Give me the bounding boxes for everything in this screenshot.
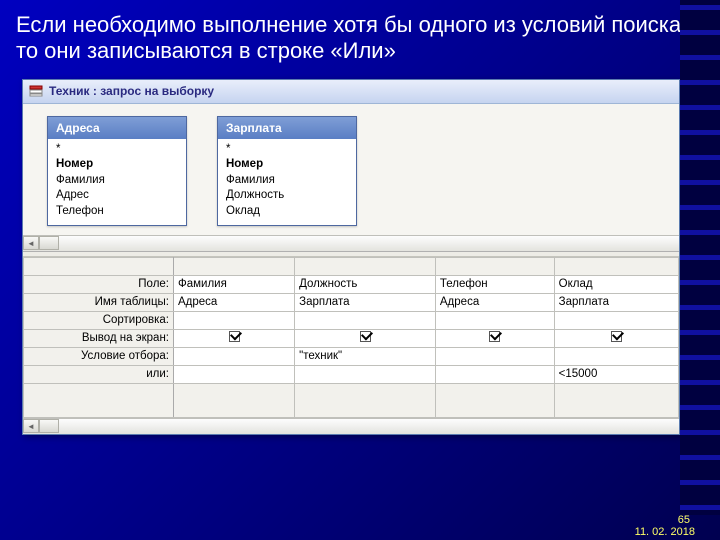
slide-footer: 65 11. 02. 2018 xyxy=(0,518,720,540)
grid-cell[interactable] xyxy=(295,311,436,329)
table-fields[interactable]: * Номер Фамилия Адрес Телефон xyxy=(48,139,186,226)
table-row: Имя таблицы: Адреса Зарплата Адреса Зарп… xyxy=(24,293,679,311)
grid-cell[interactable] xyxy=(295,365,436,383)
checkbox-icon xyxy=(489,331,500,342)
grid-hscroll[interactable]: ◄ xyxy=(23,418,679,434)
col-header[interactable] xyxy=(295,257,436,275)
table-header: Адреса xyxy=(48,117,186,139)
window-title: Техник : запрос на выборку xyxy=(49,84,214,98)
checkbox-icon xyxy=(229,331,240,342)
row-label-field: Поле: xyxy=(24,275,174,293)
field-nomer[interactable]: Номер xyxy=(226,157,348,173)
row-label-show: Вывод на экран: xyxy=(24,329,174,347)
row-label-spare xyxy=(24,383,174,417)
grid-cell[interactable]: Зарплата xyxy=(295,293,436,311)
criteria-row: Условие отбора: "техник" xyxy=(24,347,679,365)
query-window: Техник : запрос на выборку Адреса * Номе… xyxy=(22,79,680,435)
field-oklad[interactable]: Оклад xyxy=(226,204,348,220)
field-star[interactable]: * xyxy=(56,142,178,158)
row-label-criteria: Условие отбора: xyxy=(24,347,174,365)
corner-cell xyxy=(24,257,174,275)
qbe-grid: Поле: Фамилия Должность Телефон Оклад Им… xyxy=(23,257,679,418)
checkbox-icon xyxy=(360,331,371,342)
tables-pane: Адреса * Номер Фамилия Адрес Телефон Зар… xyxy=(23,104,679,252)
field-familiya[interactable]: Фамилия xyxy=(226,173,348,189)
field-nomer[interactable]: Номер xyxy=(56,157,178,173)
grid-cell[interactable]: Телефон xyxy=(435,275,554,293)
slide-number: 65 xyxy=(678,514,690,526)
show-checkbox[interactable] xyxy=(295,329,436,347)
grid-cell[interactable] xyxy=(554,347,678,365)
scroll-left-icon[interactable]: ◄ xyxy=(23,236,39,250)
grid-cell[interactable]: Адреса xyxy=(174,293,295,311)
grid-cell[interactable] xyxy=(174,383,295,417)
grid-cell[interactable]: Зарплата xyxy=(554,293,678,311)
show-checkbox[interactable] xyxy=(554,329,678,347)
col-header[interactable] xyxy=(554,257,678,275)
grid-cell[interactable] xyxy=(174,365,295,383)
field-telefon[interactable]: Телефон xyxy=(56,204,178,220)
grid-cell[interactable]: "техник" xyxy=(295,347,436,365)
grid-cell[interactable]: <15000 xyxy=(554,365,678,383)
scroll-thumb[interactable] xyxy=(39,419,59,433)
slide-title: Если необходимо выполнение хотя бы одног… xyxy=(0,0,720,73)
field-row: Поле: Фамилия Должность Телефон Оклад xyxy=(24,275,679,293)
grid-cell[interactable] xyxy=(435,383,554,417)
scroll-thumb[interactable] xyxy=(39,236,59,250)
table-box-adresa[interactable]: Адреса * Номер Фамилия Адрес Телефон xyxy=(47,116,187,227)
row-label-table: Имя таблицы: xyxy=(24,293,174,311)
grid-cell[interactable] xyxy=(174,347,295,365)
show-checkbox[interactable] xyxy=(435,329,554,347)
scroll-left-icon[interactable]: ◄ xyxy=(23,419,39,433)
or-row: или: <15000 xyxy=(24,365,679,383)
slide-date: 11. 02. 2018 xyxy=(635,526,695,538)
grid-cell[interactable]: Оклад xyxy=(554,275,678,293)
field-star[interactable]: * xyxy=(226,142,348,158)
qbe-grid-pane: Поле: Фамилия Должность Телефон Оклад Им… xyxy=(23,257,679,434)
grid-cell[interactable]: Адреса xyxy=(435,293,554,311)
row-label-or: или: xyxy=(24,365,174,383)
grid-cell[interactable]: Фамилия xyxy=(174,275,295,293)
show-checkbox[interactable] xyxy=(174,329,295,347)
grid-cell[interactable] xyxy=(295,383,436,417)
upper-hscroll[interactable]: ◄ xyxy=(23,235,679,251)
grid-cell[interactable] xyxy=(435,347,554,365)
table-fields[interactable]: * Номер Фамилия Должность Оклад xyxy=(218,139,356,226)
grid-cell[interactable] xyxy=(554,383,678,417)
sort-row: Сортировка: xyxy=(24,311,679,329)
table-header: Зарплата xyxy=(218,117,356,139)
spare-row xyxy=(24,383,679,417)
grid-cell[interactable] xyxy=(435,365,554,383)
col-header[interactable] xyxy=(174,257,295,275)
colhdr-row xyxy=(24,257,679,275)
grid-cell[interactable] xyxy=(174,311,295,329)
row-label-sort: Сортировка: xyxy=(24,311,174,329)
table-box-zarplata[interactable]: Зарплата * Номер Фамилия Должность Оклад xyxy=(217,116,357,227)
grid-cell[interactable] xyxy=(435,311,554,329)
query-icon xyxy=(29,84,43,98)
grid-cell[interactable] xyxy=(554,311,678,329)
field-familiya[interactable]: Фамилия xyxy=(56,173,178,189)
field-adres[interactable]: Адрес xyxy=(56,188,178,204)
show-row: Вывод на экран: xyxy=(24,329,679,347)
checkbox-icon xyxy=(611,331,622,342)
window-titlebar[interactable]: Техник : запрос на выборку xyxy=(23,80,679,104)
grid-cell[interactable]: Должность xyxy=(295,275,436,293)
field-dolzhnost[interactable]: Должность xyxy=(226,188,348,204)
col-header[interactable] xyxy=(435,257,554,275)
